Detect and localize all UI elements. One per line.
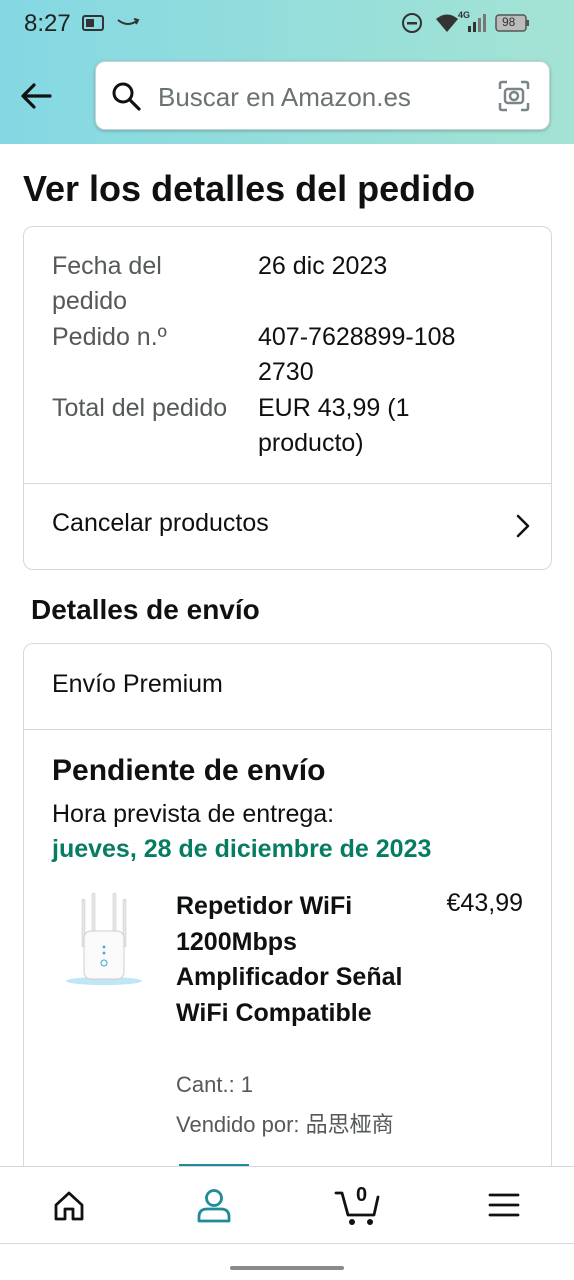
- order-number-label: Pedido n.º: [52, 323, 167, 351]
- status-bar: 8:27 4G 98: [0, 0, 574, 48]
- order-summary-card: Fecha del pedido 26 dic 2023 Pedido n.º …: [23, 226, 552, 570]
- order-date-value: 26 dic 2023: [258, 252, 388, 280]
- search-bar[interactable]: Buscar en Amazon.es: [95, 61, 550, 130]
- signal-icon: [466, 12, 488, 39]
- account-icon: [197, 1189, 231, 1223]
- product-title[interactable]: Repetidor WiFi 1200Mbps Amplificador Señ…: [176, 889, 406, 1031]
- product-price: €43,99: [446, 889, 523, 917]
- search-icon: [110, 80, 142, 117]
- delivery-eta-date: jueves, 28 de diciembre de 2023: [52, 835, 432, 863]
- cancel-products-label: Cancelar productos: [52, 509, 269, 537]
- nav-home-button[interactable]: [18, 1167, 118, 1245]
- product-image[interactable]: [64, 889, 144, 989]
- menu-icon: [488, 1193, 520, 1217]
- chevron-right-icon: [515, 513, 531, 544]
- status-time: 8:27: [24, 10, 71, 37]
- order-total-amount: EUR 43,99: [258, 394, 381, 422]
- search-input[interactable]: Buscar en Amazon.es: [158, 82, 411, 113]
- order-total-value: EUR 43,99 (1 producto): [258, 391, 458, 461]
- delivery-eta-label: Hora prevista de entrega:: [52, 800, 335, 828]
- cancel-products-button[interactable]: Cancelar productos: [24, 483, 551, 571]
- nav-menu-button[interactable]: [454, 1167, 554, 1245]
- shipping-type: Envío Premium: [52, 670, 223, 698]
- battery-level: 98: [502, 15, 516, 29]
- shipping-status: Pendiente de envío: [52, 754, 326, 787]
- product-seller: Vendido por: 品思桠商: [176, 1112, 394, 1137]
- product-quantity: Cant.: 1: [176, 1072, 254, 1097]
- back-button[interactable]: [16, 76, 56, 116]
- dnd-icon: [401, 12, 423, 39]
- home-icon: [54, 1191, 84, 1221]
- gesture-bar[interactable]: [230, 1266, 344, 1270]
- page-title: Ver los detalles del pedido: [23, 168, 476, 209]
- camera-scan-icon[interactable]: [497, 79, 531, 118]
- divider: [24, 729, 551, 730]
- nav-account-button[interactable]: [163, 1167, 263, 1245]
- cart-count-badge: 0: [356, 1184, 368, 1206]
- order-number-value: 407-7628899-1082730: [258, 323, 456, 386]
- notification-icon: [82, 14, 104, 37]
- order-total-label: Total del pedido: [52, 394, 228, 422]
- app-header: 8:27 4G 98 Buscar en Amazon.es: [0, 0, 574, 144]
- bottom-nav: [0, 1166, 574, 1244]
- arrow-left-icon: [21, 83, 52, 109]
- shipping-details-card: Envío Premium Pendiente de envío Hora pr…: [23, 643, 552, 1203]
- wifi-icon: [434, 12, 460, 39]
- amazon-smile-icon: [116, 16, 140, 34]
- order-date-label: Fecha del pedido: [52, 252, 162, 315]
- shipping-section-title: Detalles de envío: [31, 594, 260, 625]
